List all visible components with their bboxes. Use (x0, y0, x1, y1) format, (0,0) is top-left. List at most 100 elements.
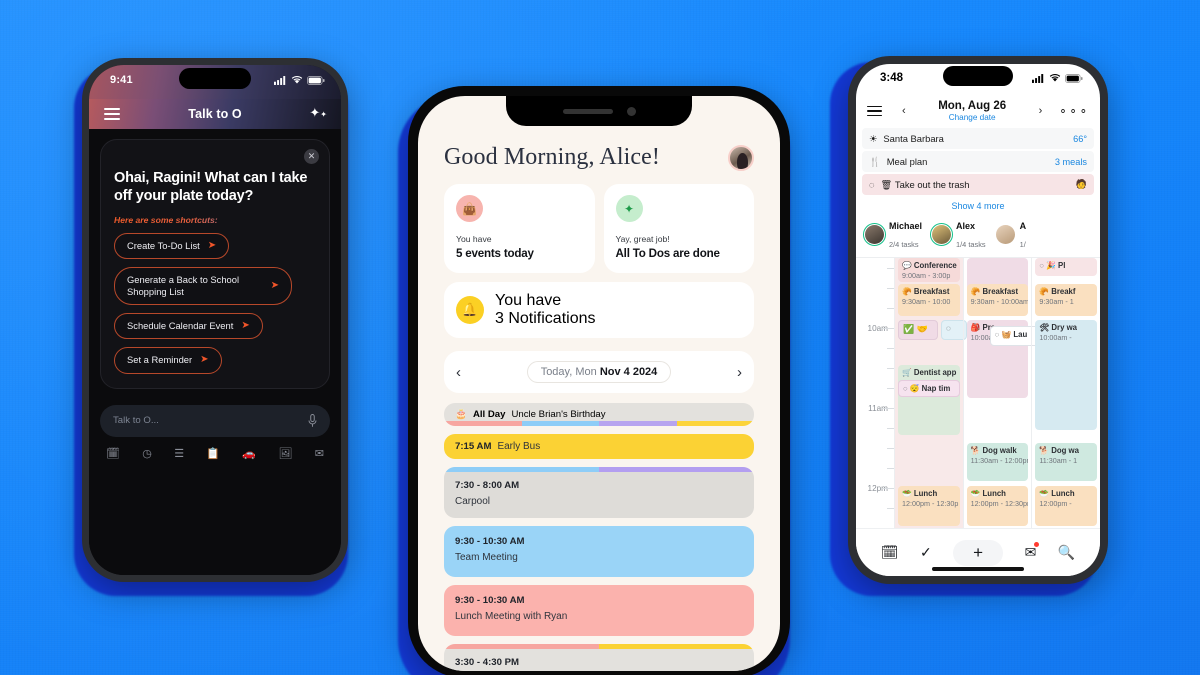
status-bar: 9:41 (89, 65, 341, 99)
change-date-link[interactable]: Change date (912, 113, 1033, 122)
calendar-event[interactable]: ✅ 🤝 (898, 320, 938, 340)
add-button[interactable]: + (953, 539, 1004, 566)
event-item[interactable]: 3:30 - 4:30 PM (444, 644, 754, 671)
calendar-event[interactable]: 🐕 Dog walk 11:30am - 12:00pm (966, 443, 1029, 481)
event-time: 11:30am - 1 (1039, 456, 1078, 465)
show-more-link[interactable]: Show 4 more (856, 197, 1100, 216)
home-content: Good Morning, Alice! 👜 You have 5 events… (418, 96, 780, 671)
notifications-card[interactable]: 🔔 You have 3 Notifications (444, 282, 754, 338)
sparkles-icon: ✦ (615, 195, 643, 222)
page-title: Talk to O (188, 107, 242, 121)
signal-icon (274, 75, 286, 85)
meal-plan-row[interactable]: 🍴 Meal plan 3 meals (862, 151, 1094, 172)
tasks-icon[interactable]: 📋 (206, 447, 220, 460)
shortcut-chip[interactable]: Set a Reminder ➤ (114, 347, 222, 374)
event-item[interactable]: 🎂 All Day Uncle Brian's Birthday (444, 403, 754, 426)
shortcut-chip[interactable]: Schedule Calendar Event ➤ (114, 312, 263, 340)
list-icon[interactable]: ☰ (174, 447, 184, 460)
event-time: 9:30am - 10:00 (902, 297, 951, 306)
tab-tasks[interactable]: ✓ (920, 544, 932, 561)
tab-calendar[interactable]: 🗓 (881, 544, 899, 561)
event-title: ✅ 🤝 (903, 324, 928, 334)
more-options-icon[interactable]: ⚬⚬⚬ (1058, 105, 1089, 118)
search-input[interactable]: Talk to O... (100, 404, 330, 437)
signal-icon (1032, 73, 1044, 83)
event-item[interactable]: 7:30 - 8:00 AM Carpool (444, 467, 754, 518)
chevron-right-icon[interactable]: › (1033, 105, 1049, 117)
event-item[interactable]: 9:30 - 10:30 AM Lunch Meeting with Ryan (444, 585, 754, 636)
sparkle-icon[interactable]: ✦✦ (309, 105, 327, 121)
person-name: A (1019, 221, 1027, 231)
calendar-event[interactable]: ◌ 😴 Nap tim (898, 380, 960, 397)
chevron-right-icon[interactable]: › (737, 364, 742, 381)
shortcut-chip[interactable]: Generate a Back to School Shopping List … (114, 267, 292, 305)
close-icon[interactable]: ✕ (304, 149, 319, 164)
center-phone-screen: Good Morning, Alice! 👜 You have 5 events… (418, 96, 780, 671)
shopping-bag-icon: 👜 (456, 195, 483, 222)
summary-cards: 👜 You have 5 events today ✦ Yay, great j… (444, 184, 754, 273)
person-chip[interactable]: A 1/ (995, 216, 1027, 252)
row-value: 66° (1073, 133, 1087, 144)
event-time: 12:00pm - (1039, 499, 1072, 508)
tab-search[interactable]: 🔍 (1058, 544, 1075, 561)
person-chip[interactable]: Alex 1/4 tasks (930, 216, 986, 252)
left-phone-mockup: 9:41 Talk to O ✦✦ ✕ Ohai, Ragini! What c… (74, 58, 356, 596)
calendar-event[interactable]: 🛒 Dentist app (898, 365, 960, 435)
person-tasks: 2/4 tasks (889, 240, 919, 249)
day-column[interactable]: 🥐 Breakfast 9:30am - 10:00am 🎒 Pre- 10:0… (962, 258, 1042, 537)
send-icon: ➤ (241, 319, 250, 331)
photo-icon[interactable]: 🖼 (278, 447, 292, 460)
calendar-event[interactable]: 🥗 Lunch 12:00pm - 12:30p (898, 486, 960, 526)
event-title: Carpool (455, 496, 491, 507)
events-summary-card[interactable]: 👜 You have 5 events today (444, 184, 595, 273)
calendar-grid[interactable]: 10am 11am 12pm 💬 Conference 9:00am - 3:0… (856, 257, 1100, 537)
calendar-event[interactable]: 🥐 Breakfast 9:30am - 10:00am (966, 284, 1029, 316)
calendar-icon[interactable]: 🗓 (106, 447, 120, 460)
calendar-event[interactable]: 🥗 Lunch 12:00pm - 12:30pm (966, 486, 1029, 526)
person-tasks: 1/ (1019, 240, 1026, 249)
event-item[interactable]: 7:15 AM Early Bus (444, 434, 754, 459)
calendar-event[interactable]: 💬 Conference 9:00am - 3:00p (898, 258, 960, 282)
day-column[interactable]: ◌ 🎉 Pl 🥐 Breakf 9:30am - 1 🛠 Dry wa 10:0… (1031, 258, 1100, 537)
todos-summary-card[interactable]: ✦ Yay, great job! All To Dos are done (603, 184, 754, 273)
send-icon: ➤ (207, 239, 217, 251)
day-column[interactable]: 💬 Conference 9:00am - 3:00p 🥐 Breakfast … (894, 258, 967, 537)
event-title: 🐕 Dog wa (1039, 446, 1079, 455)
chevron-left-icon[interactable]: ‹ (896, 105, 912, 117)
event-title: ◌ 🧺 Lau (994, 330, 1028, 339)
tab-inbox[interactable]: ✉ (1025, 542, 1040, 561)
mail-icon[interactable]: ✉ (315, 447, 324, 460)
avatar (995, 224, 1015, 244)
car-icon[interactable]: 🚗 (242, 447, 256, 460)
event-title: 🥗 Lunch (1039, 489, 1075, 498)
clock-icon[interactable]: ◷ (142, 447, 152, 460)
microphone-icon[interactable] (308, 413, 317, 428)
calendar-event[interactable]: 🛠 Dry wa 10:00am - (1035, 320, 1098, 430)
calendar-event[interactable]: 🥐 Breakf 9:30am - 1 (1035, 284, 1098, 316)
center-phone-mockup: Good Morning, Alice! 👜 You have 5 events… (398, 86, 800, 675)
calendar-event[interactable]: 🥗 Lunch 12:00pm - (1035, 486, 1098, 526)
avatar[interactable] (728, 144, 754, 171)
assistant-greeting: Ohai, Ragini! What can I take off your p… (114, 170, 308, 205)
shortcut-chip[interactable]: Create To-Do List ➤ (114, 232, 230, 260)
utensils-icon: 🍴 (869, 155, 881, 167)
weather-row[interactable]: ☀ Santa Barbara 66° (862, 128, 1094, 149)
hamburger-icon[interactable] (867, 105, 882, 117)
calendar-event[interactable]: ◌ 🎉 Pl (1035, 258, 1098, 276)
calendar-event[interactable]: 🐕 Dog wa 11:30am - 1 (1035, 443, 1098, 481)
chevron-left-icon[interactable]: ‹ (456, 364, 461, 381)
circle-dashed-icon[interactable]: ◌ (869, 179, 875, 190)
task-row[interactable]: ◌ 🗑 Take out the trash 🧑 (862, 174, 1094, 195)
current-date-chip[interactable]: Today, Mon Nov 4 2024 (526, 361, 672, 383)
person-chip[interactable]: Michael 2/4 tasks (863, 216, 922, 252)
event-item[interactable]: 9:30 - 10:30 AM Team Meeting (444, 526, 754, 577)
send-icon: ➤ (200, 354, 209, 366)
shortcut-label: Schedule Calendar Event (127, 319, 234, 331)
assistant-body: ✕ Ohai, Ragini! What can I take off your… (89, 129, 341, 575)
sun-icon: ☀ (869, 132, 878, 144)
notification-badge (1034, 542, 1040, 547)
event-time: 12:00pm - 12:30pm (970, 499, 1029, 508)
calendar-event[interactable]: 🥐 Breakfast 9:30am - 10:00 (898, 284, 960, 316)
hamburger-icon[interactable] (104, 108, 120, 120)
hour-gutter: 10am 11am 12pm (856, 258, 894, 537)
